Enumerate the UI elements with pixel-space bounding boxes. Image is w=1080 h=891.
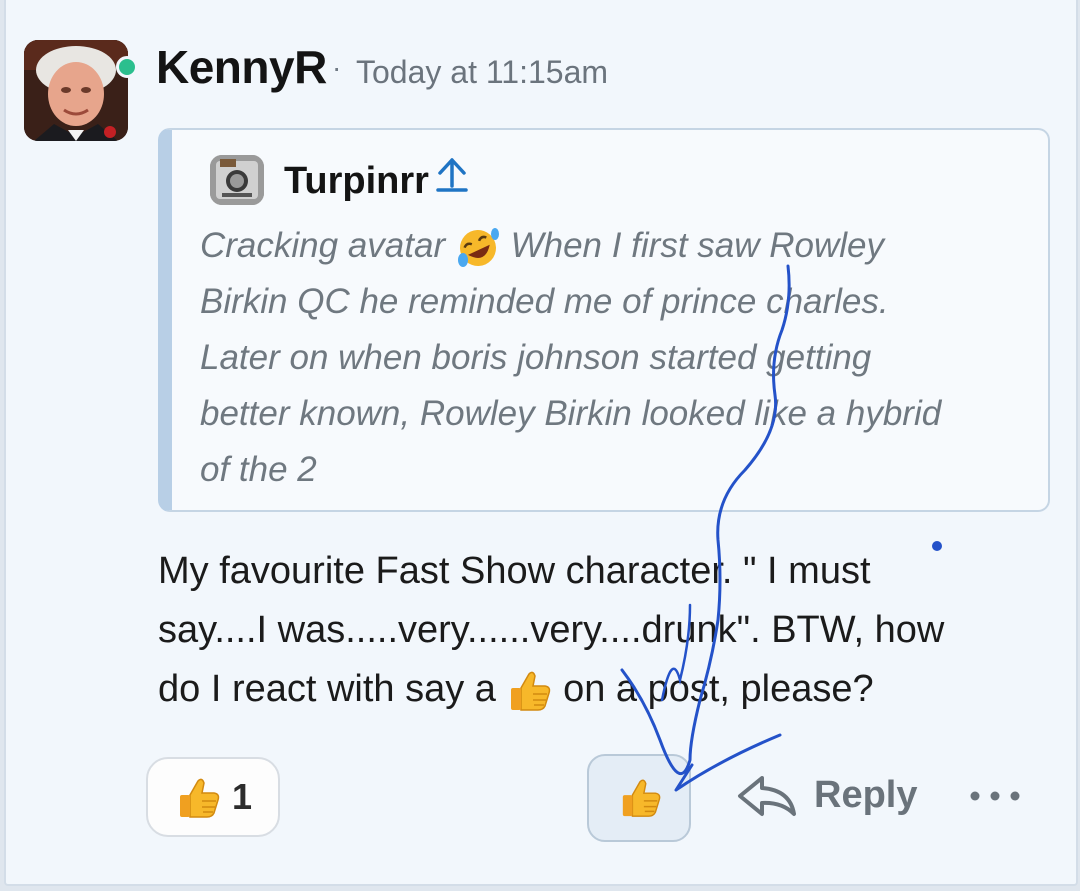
quoted-text-line: Birkin QC he reminded me of prince charl…	[200, 282, 889, 321]
thumbs-up-emoji-icon	[622, 779, 661, 817]
reply-button[interactable]: Reply	[814, 774, 917, 817]
like-button[interactable]	[587, 754, 691, 842]
quoted-text-line: of the 2	[200, 450, 317, 489]
post-body: My favourite Fast Show character. " I mu…	[158, 542, 1028, 719]
post-body-line: on a post, please?	[563, 668, 874, 710]
quoted-author-name[interactable]: Turpinrr	[284, 160, 429, 203]
author-avatar[interactable]	[24, 40, 128, 141]
author-name[interactable]: KennyR	[156, 40, 327, 94]
post-body-line: My favourite Fast Show character. " I mu…	[158, 550, 871, 592]
rolling-laughing-emoji-icon	[457, 227, 499, 267]
quoted-text: Cracking avatar When I first saw Rowley …	[200, 218, 1030, 498]
meta-separator: ·	[332, 52, 342, 83]
quoted-author-avatar[interactable]	[210, 155, 264, 205]
up-arrow-icon[interactable]	[434, 156, 470, 196]
post-body-line: say....I was.....very......very....drunk…	[158, 609, 945, 651]
reply-arrow-icon[interactable]	[736, 772, 798, 820]
quoted-text-line: better known, Rowley Birkin looked like …	[200, 394, 942, 433]
reaction-count[interactable]: 1	[232, 776, 252, 818]
quoted-text-line: Later on when boris johnson started gett…	[200, 338, 872, 377]
reaction-summary-button[interactable]	[146, 757, 280, 837]
quoted-text-line: When I first saw Rowley	[510, 226, 885, 265]
more-options-icon[interactable]	[968, 786, 1022, 806]
thumbs-up-emoji-icon	[180, 778, 220, 818]
quoted-text-line: Cracking avatar	[200, 226, 446, 265]
post-body-line: do I react with say a	[158, 668, 496, 710]
post-timestamp[interactable]: Today at 11:15am	[356, 54, 608, 91]
online-status-indicator	[116, 56, 138, 78]
thumbs-up-emoji-icon	[510, 671, 550, 711]
